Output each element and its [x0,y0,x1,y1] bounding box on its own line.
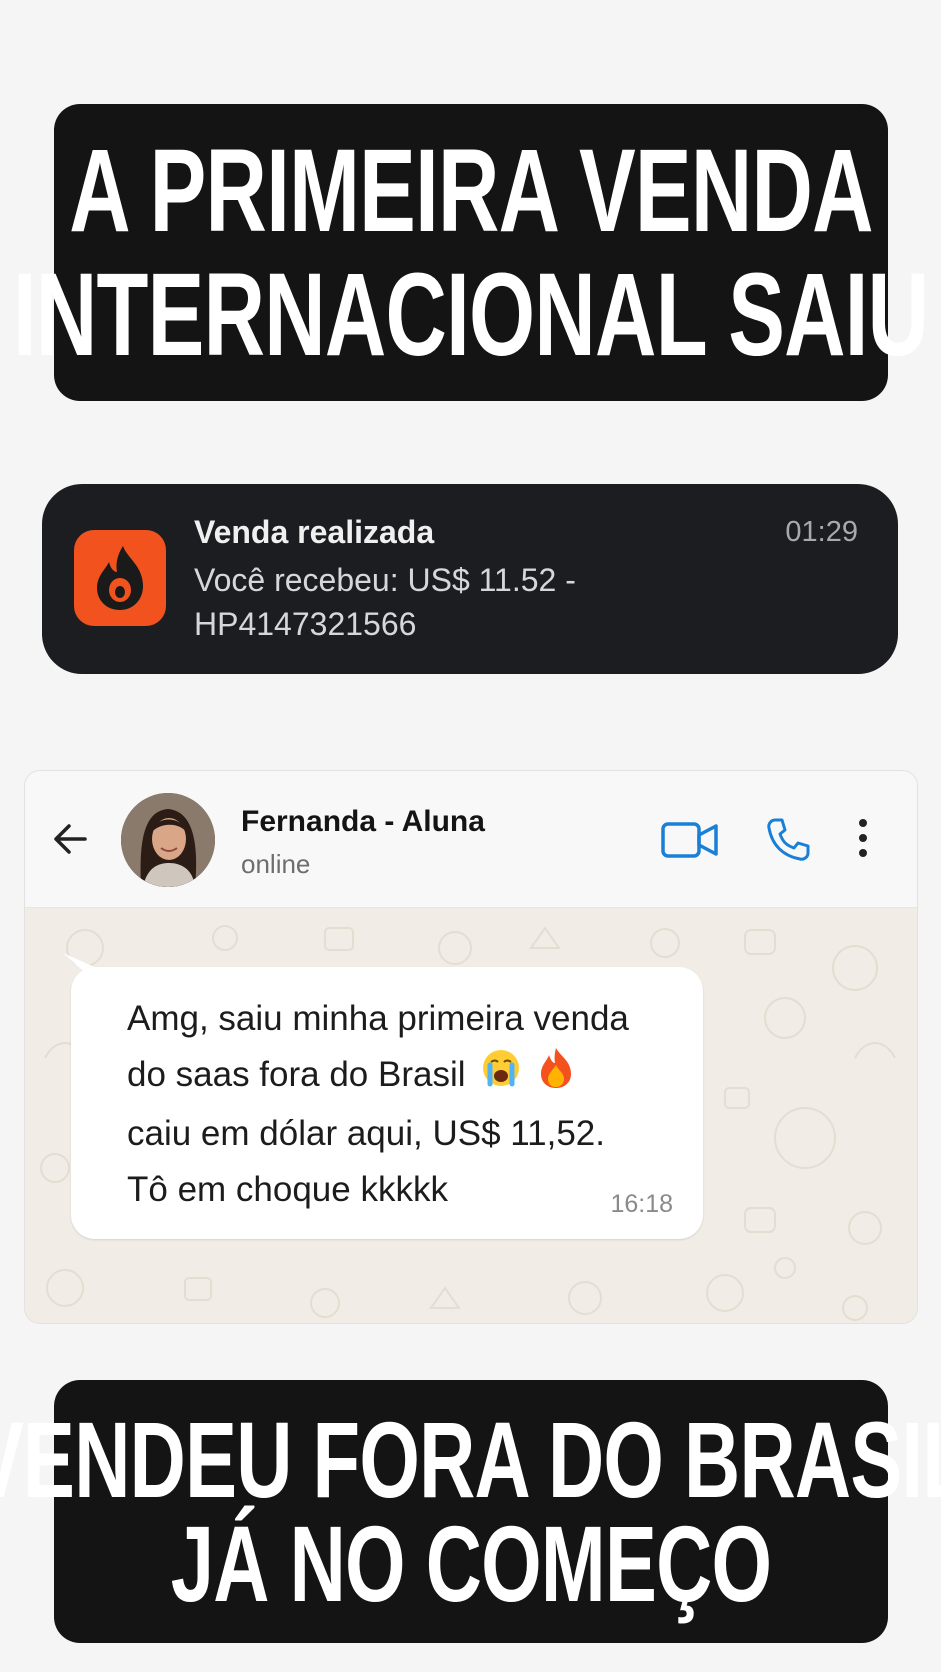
notification-time: 01:29 [785,516,858,548]
sale-notification[interactable]: Venda realizada 01:29 Você recebeu: US$ … [42,484,898,674]
message-line-3: caiu em dólar aqui, US$ 11,52. [127,1114,605,1154]
message-time: 16:18 [610,1190,673,1218]
back-arrow-icon[interactable] [51,819,91,864]
chat-window: Fernanda - Aluna online Amg, saiu minha … [24,770,918,1324]
more-vertical-icon[interactable] [857,817,869,864]
avatar[interactable] [121,793,215,887]
message-line-4: Tô em choque kkkkk [127,1170,448,1210]
message-text: Amg, saiu minha primeira venda do saas f… [127,991,687,1218]
contact-name[interactable]: Fernanda - Aluna [241,805,485,839]
message-line-2: do saas fora do Brasil [127,1055,466,1094]
top-headline-banner: A PRIMEIRA VENDA INTERNACIONAL SAIU [13,104,929,401]
chat-header: Fernanda - Aluna online [25,771,917,908]
phone-icon[interactable] [765,817,811,868]
crying-face-emoji [481,1048,521,1105]
message-line-2-row: do saas fora do Brasil [127,1047,687,1106]
notification-body-line-2: HP4147321566 [194,606,417,642]
notification-title: Venda realizada [194,514,435,550]
fire-emoji [537,1047,575,1106]
notification-body: Você recebeu: US$ 11.52 - HP4147321566 [194,558,754,646]
message-line-1: Amg, saiu minha primeira venda [127,999,629,1038]
headline-line-1: A PRIMEIRA VENDA [69,124,873,257]
flame-icon [74,530,166,626]
bottom-headline-banner: VENDEU FORA DO BRASIL JÁ NO COMEÇO [0,1380,941,1643]
headline-line-2: INTERNACIONAL SAIU [13,248,929,381]
headline-line-2: JÁ NO COMEÇO [170,1502,772,1624]
headline-line-1: VENDEU FORA DO BRASIL [0,1398,941,1520]
contact-status: online [241,849,311,879]
notification-body-line-1: Você recebeu: US$ 11.52 - [194,562,576,598]
incoming-message-bubble[interactable]: Amg, saiu minha primeira venda do saas f… [71,967,703,1239]
video-call-icon[interactable] [661,821,719,864]
